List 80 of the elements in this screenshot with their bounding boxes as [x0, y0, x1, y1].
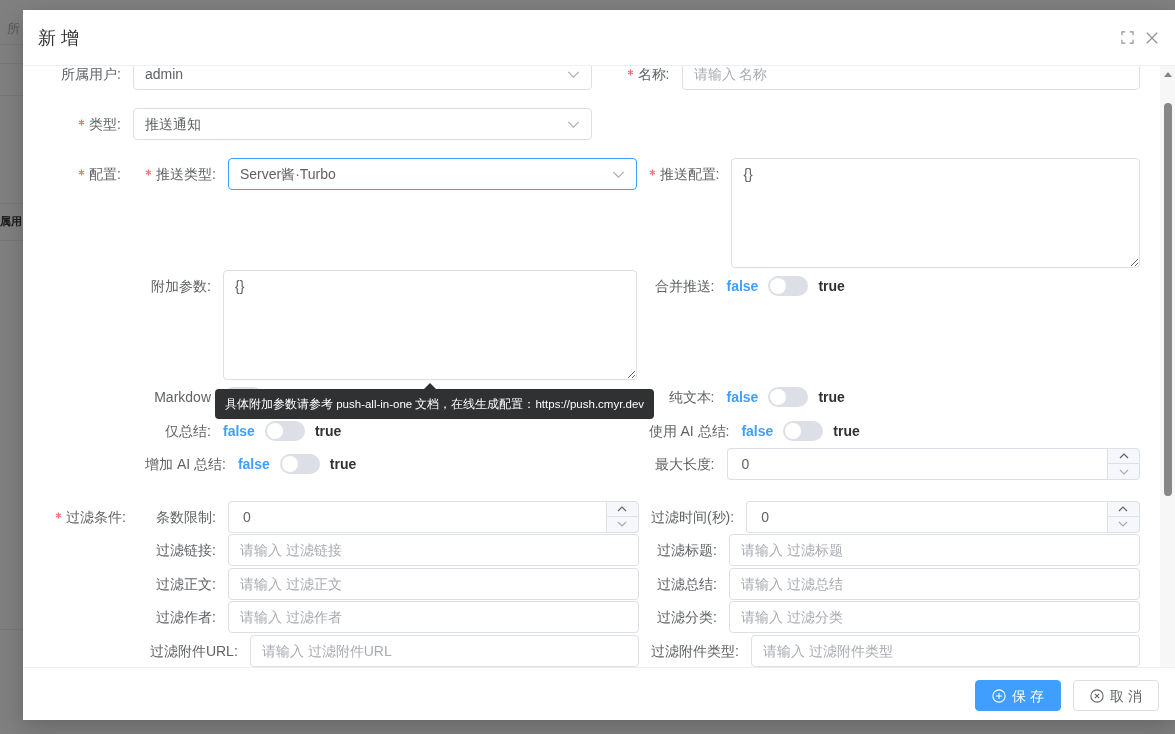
- form-label: 所属用户:: [61, 66, 121, 82]
- textarea-field[interactable]: {}: [731, 158, 1140, 268]
- increase-button[interactable]: [1107, 448, 1140, 464]
- form-label: 过滤附件类型:: [650, 642, 739, 659]
- switch-off-label: false: [726, 277, 759, 294]
- toggle-switch[interactable]: [768, 387, 809, 407]
- scroll-up-icon[interactable]: [1163, 72, 1172, 77]
- select-field[interactable]: 推送通知: [133, 108, 592, 140]
- number-field[interactable]: 0: [726, 448, 1107, 480]
- form-label: 过滤时间(秒):: [650, 508, 735, 525]
- input-field[interactable]: 请输入 过滤附件URL: [249, 634, 639, 667]
- form-label: 过滤附件URL:: [149, 642, 238, 659]
- form-label: 条数限制:: [156, 508, 216, 525]
- form-label: 最大长度:: [654, 456, 715, 472]
- background-column-header: 属用: [0, 214, 23, 228]
- switch-off-label: false: [223, 422, 255, 439]
- chevron-up-icon: [1118, 505, 1129, 512]
- input-field[interactable]: 请输入 过滤正文: [227, 567, 639, 600]
- form-label: 附加参数:: [151, 277, 211, 294]
- input-field[interactable]: 请输入 过滤链接: [227, 534, 639, 566]
- chevron-down-icon: [566, 120, 580, 128]
- close-icon[interactable]: [1146, 31, 1158, 44]
- form-label: 类型:: [89, 116, 121, 132]
- form-label: 合并推送:: [654, 277, 715, 294]
- tooltip-arrow-icon: [423, 382, 436, 389]
- switch-on-label: true: [314, 422, 342, 439]
- input-field[interactable]: 请输入 过滤分类: [728, 601, 1140, 633]
- x-circle-icon: [1090, 688, 1105, 703]
- form-label: 过滤分类:: [657, 609, 717, 625]
- chevron-up-icon: [617, 505, 628, 512]
- switch-off-label: false: [726, 389, 759, 405]
- switch-on-label: true: [329, 456, 357, 472]
- chevron-down-icon: [611, 170, 625, 178]
- dialog-title: 新 增: [38, 26, 80, 50]
- increase-button[interactable]: [1107, 500, 1140, 517]
- input-field[interactable]: 请输入 过滤标题: [728, 534, 1140, 566]
- form-label: 推送类型:: [156, 166, 216, 182]
- increase-button[interactable]: [605, 500, 639, 517]
- form-label: 过滤标题:: [657, 542, 717, 558]
- plus-circle-icon: [992, 688, 1007, 703]
- form-label: 名称:: [637, 66, 670, 82]
- number-field[interactable]: 0: [227, 500, 606, 533]
- toggle-switch[interactable]: [264, 420, 305, 441]
- input-field[interactable]: 请输入 过滤作者: [227, 601, 639, 633]
- input-field[interactable]: 请输入 名称: [681, 66, 1140, 90]
- form-label: 过滤条件:: [66, 508, 126, 525]
- chevron-down-icon: [1118, 468, 1129, 475]
- select-field[interactable]: Server酱·Turbo: [227, 158, 637, 190]
- form-label: 配置:: [89, 166, 121, 182]
- form-label: 纯文本:: [668, 389, 715, 405]
- switch-on-label: true: [818, 389, 845, 405]
- toggle-switch[interactable]: [783, 420, 824, 441]
- form-label: 过滤正文:: [156, 575, 216, 592]
- chevron-up-icon: [1118, 453, 1129, 459]
- tooltip: 具体附加参数请参考 push-all-in-one 文档，在线生成配置：https://push.cmyr.dev: [215, 388, 655, 419]
- number-field[interactable]: 0: [746, 500, 1107, 533]
- toggle-switch[interactable]: [279, 454, 320, 474]
- chevron-down-icon: [1118, 521, 1129, 527]
- switch-on-label: true: [833, 422, 860, 439]
- textarea-field[interactable]: {}: [223, 269, 637, 380]
- form-label: Markdow: [154, 389, 211, 405]
- scrollbar-thumb[interactable]: [1163, 103, 1172, 496]
- toggle-switch[interactable]: [768, 275, 809, 296]
- form-label: 仅总结:: [165, 422, 211, 439]
- form-label: 使用 AI 总结:: [648, 422, 730, 439]
- fullscreen-icon[interactable]: [1121, 31, 1134, 44]
- switch-off-label: false: [741, 422, 774, 439]
- switch-on-label: true: [818, 277, 845, 294]
- form-label: 过滤总结:: [657, 575, 717, 592]
- input-field[interactable]: 请输入 过滤附件类型: [750, 634, 1140, 667]
- form-label: 增加 AI 总结:: [145, 456, 226, 472]
- chevron-down-icon: [617, 521, 628, 527]
- input-field[interactable]: 请输入 过滤总结: [728, 567, 1140, 600]
- switch-off-label: false: [237, 456, 270, 472]
- chevron-down-icon: [566, 70, 580, 78]
- select-field[interactable]: admin: [133, 66, 592, 90]
- form-label: 推送配置:: [659, 166, 720, 182]
- cancel-button[interactable]: 取 消: [1073, 680, 1159, 711]
- form-label: 过滤作者:: [156, 609, 216, 625]
- form-label: 过滤链接:: [156, 542, 216, 558]
